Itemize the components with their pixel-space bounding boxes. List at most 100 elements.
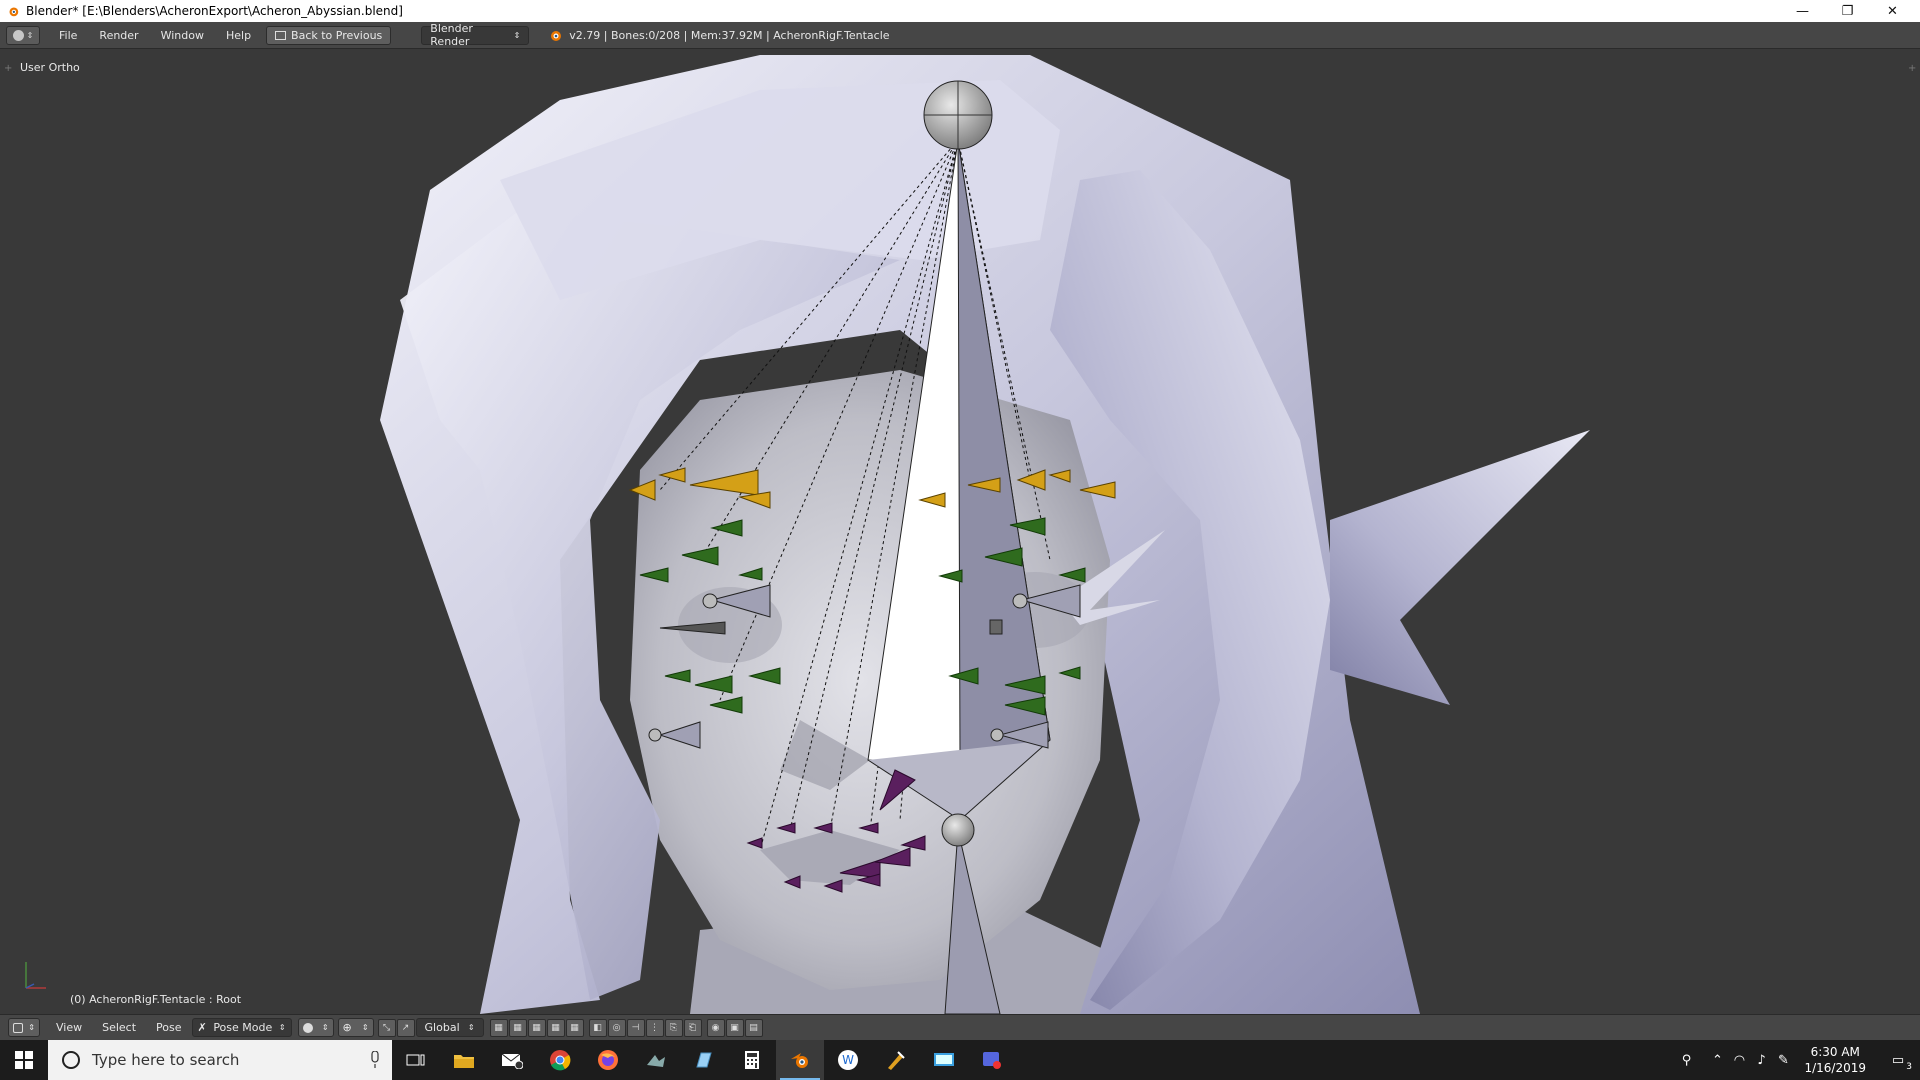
stats-text: v2.79 | Bones:0/208 | Mem:37.92M | Acher… [569,28,890,42]
opengl-anim-icon[interactable]: ▤ [744,1018,763,1037]
layer-button[interactable]: ▦ [546,1018,565,1037]
task-view-icon[interactable] [392,1040,440,1080]
windows-taskbar: Type here to search W ⚲ ⌃ ◠ ♪ ✎ 6:30 AM … [0,1040,1920,1080]
windows-logo-icon [15,1051,33,1069]
axis-gizmo-icon [25,962,46,989]
solid-shading-icon [302,1022,313,1033]
editor-type-selector[interactable]: ⇕ [6,25,40,45]
updown-arrows-icon: ⇕ [467,1023,475,1032]
transform-orientation-select[interactable]: Global ⇕ [415,1018,484,1037]
menu-render[interactable]: Render [88,29,149,42]
layer-button[interactable]: ▦ [565,1018,584,1037]
jaw-bone-joint [941,813,975,847]
window-titlebar: Blender* [E:\Blenders\AcheronExport\Ache… [0,0,1920,22]
volume-icon[interactable]: ♪ [1750,1040,1772,1080]
view-name-label: User Ortho [20,61,80,74]
3d-viewport[interactable]: User Ortho + + (0) AcheronRigF.Tentacle … [0,49,1920,1014]
file-explorer-icon[interactable] [440,1040,488,1080]
back-to-previous-button[interactable]: Back to Previous [266,25,392,45]
search-placeholder: Type here to search [92,1051,240,1069]
menu-select[interactable]: Select [92,1021,146,1034]
layer-button[interactable]: ▦ [527,1018,546,1037]
opengl-render-icon[interactable]: ▣ [725,1018,744,1037]
scene-stats: v2.79 | Bones:0/208 | Mem:37.92M | Acher… [547,27,890,43]
layer-buttons: ▦ ▦ ▦ ▦ ▦ [489,1018,585,1037]
cortana-icon [62,1051,80,1069]
translate-manipulator-icon[interactable]: ↗ [396,1018,415,1037]
wacom-icon[interactable]: W [824,1040,872,1080]
menu-view[interactable]: View [46,1021,92,1034]
render-engine-value: Blender Render [430,22,473,48]
tools-app-icon[interactable] [872,1040,920,1080]
taskbar-search-box[interactable]: Type here to search [48,1040,392,1080]
updown-arrows-icon: ⇕ [28,1023,35,1032]
scene-render[interactable] [0,49,1920,1014]
restore-button[interactable]: ❐ [1825,0,1870,22]
show-hidden-icons[interactable]: ⌃ [1706,1040,1728,1080]
blender-app-icon [9,7,19,17]
active-object-info: (0) AcheronRigF.Tentacle : Root [70,993,242,1006]
notification-count: 3 [1906,1062,1912,1072]
transform-orientation-value: Global [424,1021,460,1034]
start-button[interactable] [0,1040,48,1080]
layer-button[interactable]: ▦ [508,1018,527,1037]
svg-text:W: W [842,1053,854,1067]
mail-icon[interactable] [488,1040,536,1080]
clock-time: 6:30 AM [1810,1045,1860,1059]
menu-help[interactable]: Help [215,29,262,42]
info-header: ⇕ File Render Window Help Back to Previo… [0,22,1920,49]
region-expand-right-icon[interactable]: + [1908,63,1916,74]
firefox-icon[interactable] [584,1040,632,1080]
app-generic-icon[interactable] [632,1040,680,1080]
interaction-mode-select[interactable]: ✗ Pose Mode ⇕ [191,1018,292,1037]
window-title: Blender* [E:\Blenders\AcheronExport\Ache… [26,4,403,18]
menu-pose[interactable]: Pose [146,1021,191,1034]
blender-taskbar-icon[interactable] [776,1040,824,1080]
editor-type-3dview-selector[interactable]: ⇕ [8,1018,40,1037]
back-to-previous-label: Back to Previous [291,28,383,42]
info-menu: File Render Window Help [48,29,262,42]
updown-arrows-icon: ⇕ [361,1023,369,1032]
system-tray: ⚲ ⌃ ◠ ♪ ✎ 6:30 AM 1/16/2019 ▭ 3 [1666,1040,1920,1080]
pose-mode-icon: ✗ [197,1021,207,1034]
alert-app-icon[interactable] [968,1040,1016,1080]
manipulator-toggle-icon[interactable]: ⤡ [377,1018,396,1037]
viewport-shading-select[interactable]: ⇕ [297,1018,334,1037]
info-icon [12,29,24,41]
menu-file[interactable]: File [48,29,88,42]
menu-window[interactable]: Window [150,29,215,42]
action-center-icon[interactable]: ▭ 3 [1876,1040,1920,1080]
interaction-mode-value: Pose Mode [213,1021,273,1034]
pivot-icon: ⊕ [342,1021,352,1034]
3dview-editor-icon [13,1022,24,1033]
chrome-icon[interactable] [536,1040,584,1080]
network-icon[interactable]: ◠ [1728,1040,1750,1080]
minimize-button[interactable]: — [1780,0,1825,22]
updown-arrows-icon: ⇕ [26,30,34,40]
ear-mesh [1330,430,1590,705]
calculator-icon[interactable] [728,1040,776,1080]
updown-arrows-icon: ⇕ [321,1023,329,1032]
lock-camera-icon[interactable]: ◧ [588,1018,607,1037]
notification-icon: ▭ [1891,1052,1905,1068]
snap-element-icon[interactable]: ⋮ [645,1018,664,1037]
monitor-app-icon[interactable] [920,1040,968,1080]
microphone-icon[interactable] [370,1051,380,1069]
3d-view-header: ⇕ View Select Pose ✗ Pose Mode ⇕ ⇕ ⊕ ⇕ ⤡… [0,1014,1920,1040]
updown-arrows-icon: ⇕ [513,30,521,40]
screen-back-icon [275,30,287,40]
pen-workspace-icon[interactable]: ✎ [1772,1040,1794,1080]
people-icon[interactable]: ⚲ [1666,1040,1706,1080]
close-button[interactable]: ✕ [1870,0,1915,22]
notes-app-icon[interactable] [680,1040,728,1080]
pivot-point-select[interactable]: ⊕ ⇕ [337,1018,374,1037]
render-engine-select[interactable]: Blender Render ⇕ [421,22,530,48]
region-expand-left-icon[interactable]: + [4,63,12,74]
layer-button[interactable]: ▦ [489,1018,508,1037]
copy-pose-icon[interactable]: ⎘ [664,1018,683,1037]
render-preview-icon[interactable]: ◉ [706,1018,725,1037]
proportional-edit-icon[interactable]: ◎ [607,1018,626,1037]
paste-pose-icon[interactable]: ⎗ [683,1018,702,1037]
snap-toggle-icon[interactable]: ⊣ [626,1018,645,1037]
taskbar-clock[interactable]: 6:30 AM 1/16/2019 [1794,1044,1876,1076]
